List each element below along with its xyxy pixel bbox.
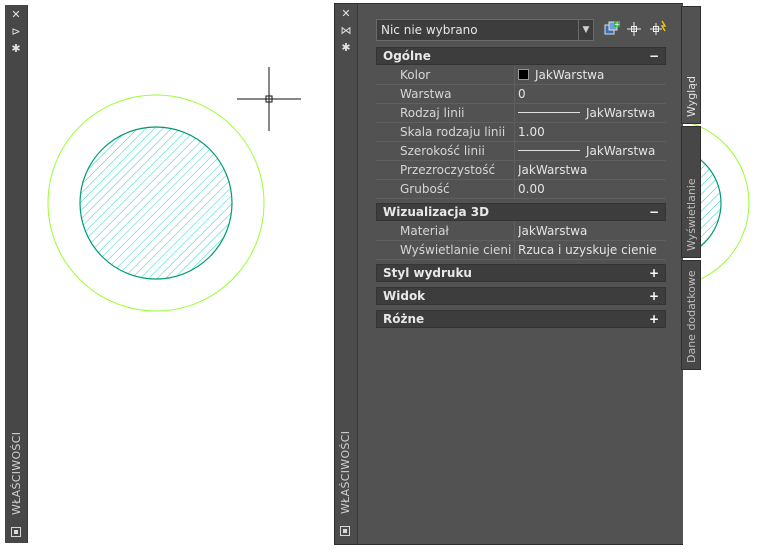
settings-icon[interactable]: ✱ (5, 42, 27, 56)
collapse-icon[interactable]: − (649, 204, 659, 220)
section-plot-style-header[interactable]: Styl wydruku + (376, 264, 666, 282)
chevron-down-icon[interactable]: ▼ (578, 20, 593, 40)
close-icon[interactable]: ✕ (335, 7, 357, 21)
crosshair-cursor (237, 67, 301, 131)
section-title: Wizualizacja 3D (383, 205, 490, 219)
property-name: Warstwa (400, 85, 515, 103)
svg-text:+: + (614, 21, 620, 29)
section-title: Ogólne (383, 49, 431, 63)
lineweight-sample (518, 150, 580, 151)
color-swatch-icon (518, 69, 529, 80)
property-row-thickness[interactable]: Grubość 0.00 (376, 180, 666, 199)
property-value-text: JakWarstwa (586, 144, 656, 158)
left-properties-palette-strip: ✕ ⊳ ✱ WŁAŚCIWOŚCI (5, 5, 28, 543)
section-misc-header[interactable]: Różne + (376, 310, 666, 328)
settings-icon[interactable]: ✱ (335, 41, 357, 55)
property-row-layer[interactable]: Warstwa 0 (376, 85, 666, 104)
property-row-linetype-scale[interactable]: Skala rodzaju linii 1.00 (376, 123, 666, 142)
section-title: Różne (383, 312, 425, 326)
linetype-sample (518, 112, 580, 113)
tab-extra-data[interactable]: Dane dodatkowe (681, 260, 701, 370)
property-value[interactable]: JakWarstwa (518, 104, 664, 122)
property-row-transparency[interactable]: Przezroczystość JakWarstwa (376, 161, 666, 180)
expand-icon[interactable]: + (649, 288, 659, 304)
select-objects-icon[interactable]: + (602, 20, 622, 40)
property-row-material[interactable]: Materiał JakWarstwa (376, 222, 666, 241)
auto-hide-icon[interactable]: ⋈ (335, 24, 357, 38)
hatched-circle[interactable] (79, 126, 233, 280)
property-name: Kolor (400, 66, 515, 84)
pick-add-icon[interactable] (624, 20, 644, 40)
property-name: Rodzaj linii (400, 104, 515, 122)
quick-select-icon[interactable] (648, 20, 668, 40)
property-name: Szerokość linii (400, 142, 515, 160)
property-name: Materiał (400, 222, 515, 240)
selection-dropdown[interactable]: Nic nie wybrano ▼ (376, 19, 594, 41)
tab-label: Dane dodatkowe (685, 270, 698, 363)
property-name: Grubość (400, 180, 515, 198)
property-value[interactable]: 1.00 (518, 123, 664, 141)
auto-hide-icon[interactable]: ⊳ (5, 25, 27, 39)
property-name: Przezroczystość (400, 161, 515, 179)
palette-title[interactable]: WŁAŚCIWOŚCI (10, 432, 23, 515)
property-row-lineweight[interactable]: Szerokość linii JakWarstwa (376, 142, 666, 161)
tab-label: Wyświetlanie (685, 178, 698, 251)
property-value[interactable]: JakWarstwa (518, 142, 664, 160)
palette-icon (340, 526, 350, 536)
properties-palette: ✕ ⋈ ✱ WŁAŚCIWOŚCI Nic nie wybrano ▼ + Og… (334, 3, 683, 545)
property-name: Skala rodzaju linii (400, 123, 515, 141)
property-value-text: JakWarstwa (586, 106, 656, 120)
palette-title[interactable]: WŁAŚCIWOŚCI (339, 431, 352, 514)
selection-dropdown-value: Nic nie wybrano (381, 23, 478, 37)
section-3d-visualization-header[interactable]: Wizualizacja 3D − (376, 203, 666, 221)
section-title: Widok (383, 289, 426, 303)
property-value-text: JakWarstwa (535, 68, 605, 82)
palette-body: Nic nie wybrano ▼ + Ogólne − Kolor JakWa… (358, 4, 683, 544)
tab-appearance[interactable]: Wygląd (681, 6, 701, 124)
property-value[interactable]: JakWarstwa (518, 161, 664, 179)
close-icon[interactable]: ✕ (5, 8, 27, 22)
property-value[interactable]: 0.00 (518, 180, 664, 198)
property-row-color[interactable]: Kolor JakWarstwa (376, 66, 666, 85)
property-row-shadow-display[interactable]: Wyświetlanie cieni Rzuca i uzyskuje cien… (376, 241, 666, 260)
property-value[interactable]: JakWarstwa (518, 222, 664, 240)
collapse-icon[interactable]: − (649, 48, 659, 64)
section-view-header[interactable]: Widok + (376, 287, 666, 305)
tab-display[interactable]: Wyświetlanie (681, 126, 701, 258)
property-value[interactable]: JakWarstwa (518, 66, 664, 84)
property-row-linetype[interactable]: Rodzaj linii JakWarstwa (376, 104, 666, 123)
property-value[interactable]: 0 (518, 85, 664, 103)
drawing-canvas[interactable] (28, 0, 333, 559)
expand-icon[interactable]: + (649, 311, 659, 327)
property-name: Wyświetlanie cieni (400, 241, 515, 259)
section-title: Styl wydruku (383, 266, 472, 280)
tab-label: Wygląd (685, 76, 698, 117)
palette-icon (11, 527, 21, 537)
expand-icon[interactable]: + (649, 265, 659, 281)
property-value[interactable]: Rzuca i uzyskuje cienie (518, 241, 664, 259)
section-general-header[interactable]: Ogólne − (376, 47, 666, 65)
palette-title-strip: ✕ ⋈ ✱ WŁAŚCIWOŚCI (335, 4, 358, 544)
